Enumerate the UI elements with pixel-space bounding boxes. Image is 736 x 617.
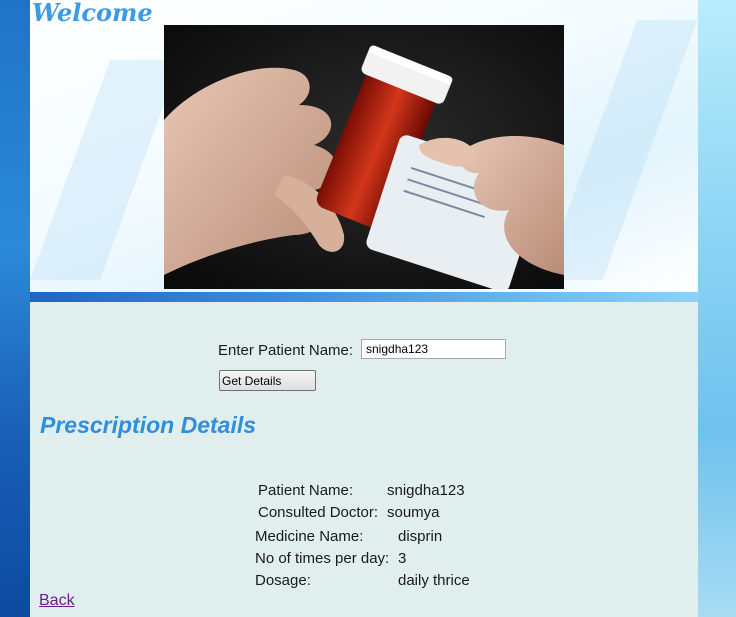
header-divider xyxy=(30,292,698,302)
get-details-button[interactable]: Get Details xyxy=(219,370,316,391)
header-banner: Welcome xyxy=(30,0,698,292)
times-per-day-value: 3 xyxy=(398,550,407,567)
patient-name-label: Enter Patient Name: xyxy=(218,342,354,359)
back-link[interactable]: Back xyxy=(39,592,75,610)
times-per-day-label: No of times per day: xyxy=(255,550,390,567)
prescription-heading: Prescription Details xyxy=(40,412,257,438)
dosage-label: Dosage: xyxy=(255,572,311,589)
main-content: Enter Patient Name: Get Details Prescrip… xyxy=(30,302,698,617)
welcome-title: Welcome xyxy=(32,0,153,27)
prescription-photo xyxy=(164,25,564,289)
consulted-doctor-label: Consulted Doctor: xyxy=(258,504,379,521)
banner-decoration xyxy=(30,60,181,280)
medicine-name-value: disprin xyxy=(398,528,443,545)
medicine-name-label: Medicine Name: xyxy=(255,528,364,545)
result-patient-name-label: Patient Name: xyxy=(258,482,354,499)
consulted-doctor-value: soumya xyxy=(387,504,440,521)
patient-name-input[interactable] xyxy=(361,339,506,359)
dosage-value: daily thrice xyxy=(398,572,470,589)
banner-decoration xyxy=(542,20,698,280)
result-patient-name-value: snigdha123 xyxy=(387,482,465,499)
page-background-right xyxy=(698,0,736,617)
page-background-left xyxy=(0,0,30,617)
